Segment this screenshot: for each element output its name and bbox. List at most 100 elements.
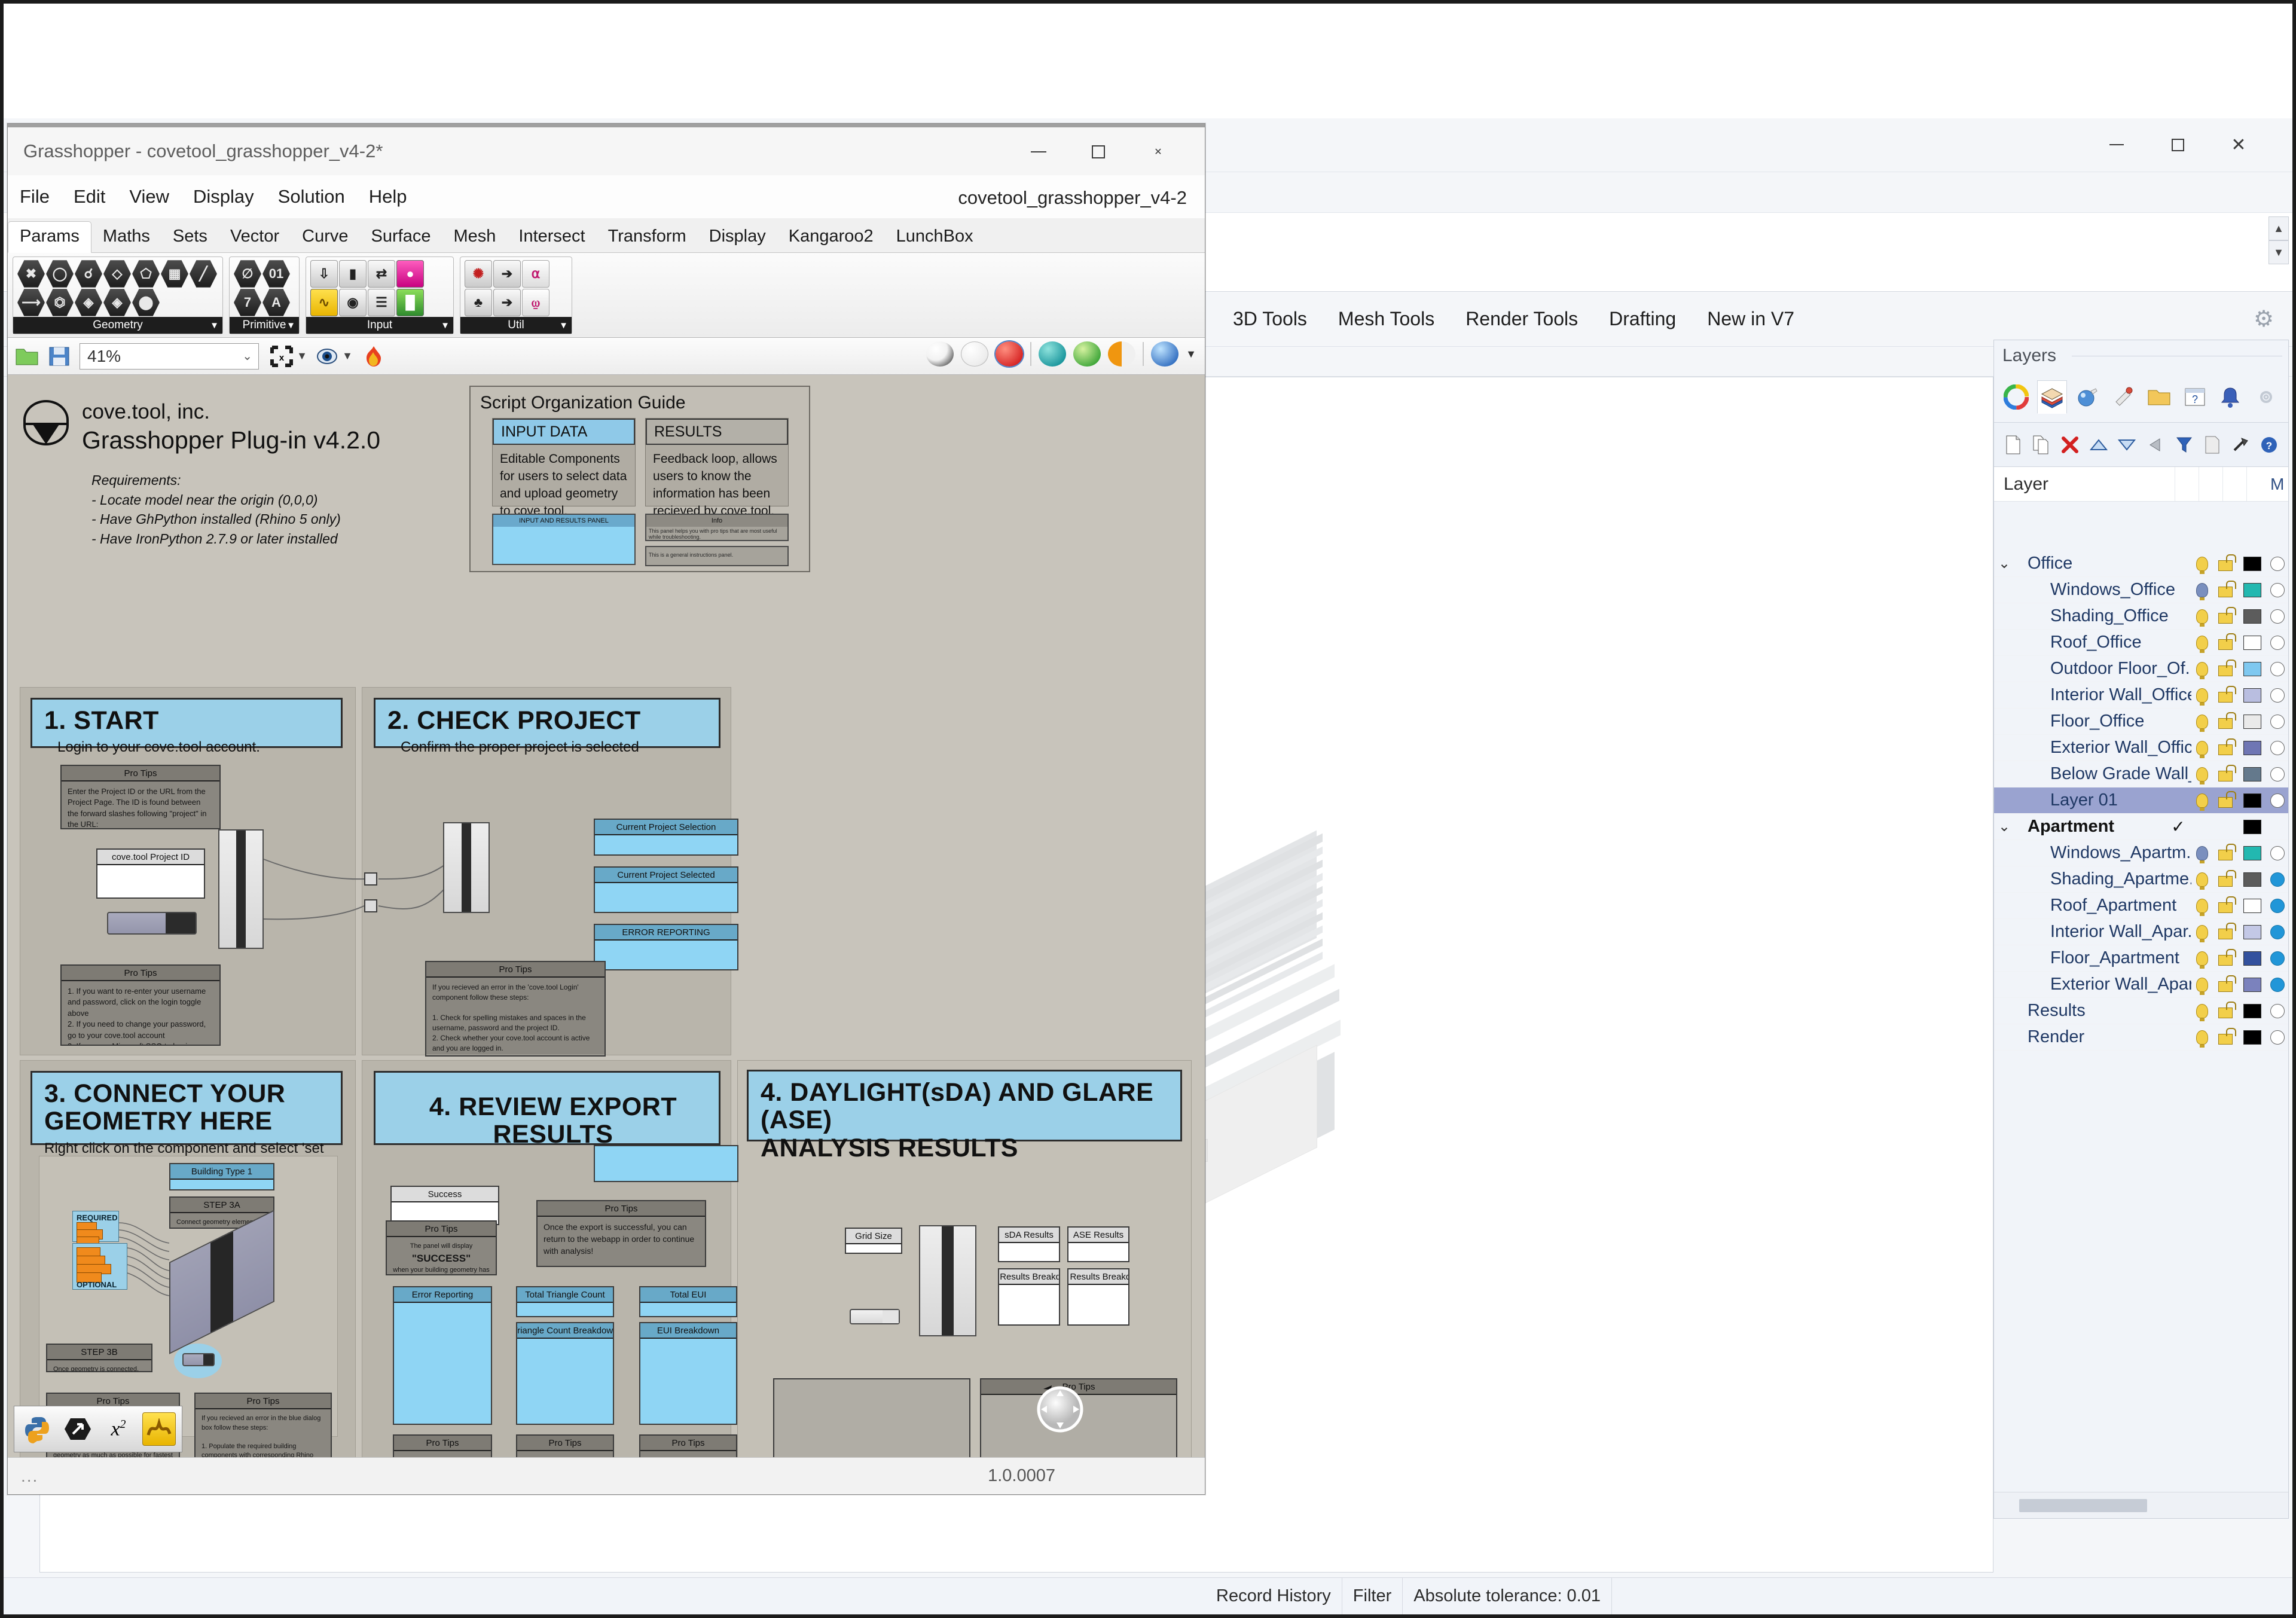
input-colour-icon[interactable]: ● bbox=[396, 260, 424, 288]
step-1-tip-bottom[interactable]: Pro Tips 1. If you want to re-enter your… bbox=[60, 964, 221, 1046]
layer-name[interactable]: Windows_Office bbox=[2014, 580, 2191, 600]
layer-color-swatch[interactable] bbox=[2238, 845, 2267, 860]
layer-lock-icon[interactable] bbox=[2213, 948, 2238, 966]
layer-material-icon[interactable] bbox=[2267, 845, 2288, 860]
ribbon-group-input[interactable]: ⇩ ▮ ⇄ ● ∿ ◉ ☰ █ Input ▼ bbox=[306, 257, 454, 334]
grasshopper-component-tabs[interactable]: Params Maths Sets Vector Curve Surface Mesh Int… bbox=[8, 218, 1205, 253]
wire-relay-dot[interactable] bbox=[364, 899, 377, 912]
layer-lock-icon[interactable] bbox=[2213, 712, 2238, 729]
solver-flame-icon[interactable] bbox=[359, 343, 386, 370]
param-transform-icon[interactable]: ◈ bbox=[103, 289, 131, 316]
layer-material-icon[interactable] bbox=[2267, 793, 2288, 808]
menu-file[interactable]: File bbox=[8, 186, 62, 207]
layer-row[interactable]: Interior Wall_Apar... bbox=[1994, 919, 2288, 945]
filter-icon[interactable] bbox=[2175, 432, 2194, 457]
toggle-knob[interactable] bbox=[882, 1310, 899, 1323]
input-graph-icon[interactable]: ∿ bbox=[310, 289, 338, 316]
layer-material-icon[interactable] bbox=[2267, 898, 2288, 913]
step-2-tip[interactable]: Pro Tips If you recieved an error in the… bbox=[425, 961, 606, 1057]
input-slider-icon[interactable]: ⇩ bbox=[310, 260, 338, 288]
status-filter[interactable]: Filter bbox=[1342, 1578, 1403, 1614]
layer-visibility-icon[interactable] bbox=[2191, 688, 2213, 706]
rhino-tab-render-tools[interactable]: Render Tools bbox=[1450, 308, 1593, 330]
step-1-tip-top[interactable]: Pro Tips Enter the Project ID or the URL… bbox=[60, 765, 221, 829]
project-id-value[interactable] bbox=[97, 865, 204, 897]
layer-row[interactable]: Shading_Office bbox=[1994, 603, 2288, 630]
param-line-icon[interactable]: ╱ bbox=[190, 260, 217, 288]
layer-color-swatch[interactable] bbox=[2238, 635, 2267, 650]
chevron-down-icon[interactable]: ⌄ bbox=[235, 349, 252, 364]
layer-name[interactable]: Layer 01 bbox=[2014, 790, 2191, 810]
chevron-down-icon[interactable]: ▼ bbox=[441, 320, 450, 331]
chevron-down-icon[interactable]: ⌄ bbox=[1994, 818, 2014, 835]
grasshopper-ribbon[interactable]: ✖ ◯ ☌ ◇ ⬠ ▦ ╱ ⟶ ⏣ ◈ ◈ ⬤ Geometry ▼ ∅ 01 … bbox=[8, 253, 1205, 338]
covetool-login-component[interactable] bbox=[218, 829, 264, 949]
layer-material-icon[interactable] bbox=[2267, 714, 2288, 729]
layer-lock-icon[interactable] bbox=[2213, 922, 2238, 939]
step-4-tip-error[interactable]: Pro Tips If there are any errors here, m… bbox=[393, 1434, 492, 1457]
settings-icon[interactable] bbox=[2251, 380, 2281, 414]
status-record-history[interactable]: Record History bbox=[1205, 1578, 1342, 1614]
layer-name[interactable]: Results bbox=[2014, 1001, 2191, 1021]
preview-eye-icon[interactable] bbox=[314, 343, 340, 370]
layer-row[interactable]: Results bbox=[1994, 998, 2288, 1024]
move-down-icon[interactable] bbox=[2118, 432, 2137, 457]
python-component-icon[interactable] bbox=[20, 1412, 54, 1446]
layer-row[interactable]: Exterior Wall_Apar... bbox=[1994, 972, 2288, 998]
display-mode-green-icon[interactable] bbox=[1073, 341, 1101, 367]
layer-row[interactable]: Floor_Office bbox=[1994, 709, 2288, 735]
layer-color-swatch[interactable] bbox=[2238, 819, 2267, 834]
menu-edit[interactable]: Edit bbox=[62, 186, 117, 207]
chevron-down-icon[interactable]: ▼ bbox=[210, 320, 219, 331]
layer-visibility-icon[interactable] bbox=[2191, 1003, 2213, 1021]
layer-name[interactable]: Exterior Wall_Apar... bbox=[2014, 975, 2191, 994]
step-1-login-toggle[interactable] bbox=[107, 912, 197, 935]
gh-tab-curve[interactable]: Curve bbox=[291, 222, 359, 252]
layer-visibility-icon[interactable] bbox=[2191, 714, 2213, 732]
duplicate-layer-icon[interactable] bbox=[2032, 432, 2051, 457]
layer-row[interactable]: Layer 01 bbox=[1994, 787, 2288, 814]
layer-name[interactable]: Outdoor Floor_Of... bbox=[2014, 659, 2191, 679]
step-1-project-id-panel[interactable]: cove.tool Project ID bbox=[96, 848, 205, 899]
rhino-minimize-button[interactable] bbox=[2092, 129, 2142, 160]
layer-visibility-icon[interactable] bbox=[2191, 924, 2213, 942]
step-3b-note[interactable]: STEP 3B Once geometry is connected, clic… bbox=[46, 1344, 152, 1372]
gh-close-button[interactable]: ✕ bbox=[1129, 137, 1187, 167]
help-icon[interactable]: ? bbox=[2180, 380, 2210, 414]
gh-tab-sets[interactable]: Sets bbox=[161, 222, 219, 252]
zoom-dropdown-icon[interactable]: ▼ bbox=[296, 343, 308, 370]
param-plane-icon[interactable]: ⏣ bbox=[46, 289, 74, 316]
display-mode-orange-icon[interactable] bbox=[1108, 341, 1136, 367]
zoom-extents-icon[interactable]: x bbox=[268, 343, 295, 370]
menu-view[interactable]: View bbox=[117, 186, 181, 207]
rhino-maximize-button[interactable] bbox=[2152, 129, 2203, 160]
layers-panel-tabs[interactable]: ? bbox=[1994, 371, 2288, 423]
grasshopper-floating-toolbar[interactable]: x2 bbox=[14, 1406, 182, 1452]
layer-color-swatch[interactable] bbox=[2238, 688, 2267, 703]
page-icon[interactable] bbox=[2203, 432, 2222, 457]
step-4-eui-breakdown-panel[interactable]: EUI Breakdown bbox=[639, 1322, 737, 1425]
util-arrow-right-2-icon[interactable]: ➔ bbox=[493, 289, 521, 316]
layer-name[interactable]: Shading_Apartme... bbox=[2014, 869, 2191, 889]
layer-color-swatch[interactable] bbox=[2238, 714, 2267, 729]
layer-name[interactable]: Roof_Office bbox=[2014, 633, 2191, 652]
layer-color-swatch[interactable] bbox=[2238, 1003, 2267, 1018]
chevron-down-icon[interactable]: ⌄ bbox=[1994, 555, 2014, 572]
step-2-output-panel-3[interactable]: ERROR REPORTING bbox=[594, 924, 738, 970]
layers-icon[interactable] bbox=[2037, 380, 2067, 414]
gh-tab-params[interactable]: Params bbox=[8, 221, 91, 253]
daylight-blank-panel[interactable] bbox=[773, 1378, 970, 1457]
layer-lock-icon[interactable] bbox=[2213, 633, 2238, 650]
layer-visibility-icon[interactable] bbox=[2191, 635, 2213, 653]
layer-name[interactable]: Below Grade Wall_... bbox=[2014, 764, 2191, 784]
gh-tab-display[interactable]: Display bbox=[698, 222, 777, 252]
grid-size-value[interactable] bbox=[846, 1244, 901, 1254]
input-list-icon[interactable]: ☰ bbox=[368, 289, 395, 316]
step-4-tip-triangles[interactable]: Pro Tips This panel provides an overview… bbox=[516, 1434, 614, 1457]
scroll-up-icon[interactable]: ▲ bbox=[2268, 216, 2289, 240]
layer-row[interactable]: Interior Wall_Office bbox=[1994, 682, 2288, 709]
param-vector-icon[interactable]: ⟶ bbox=[17, 289, 45, 316]
ribbon-group-util[interactable]: ✺ ➔ ⍺ ♣ ➔ ⍹ Util ▼ bbox=[460, 257, 572, 334]
layer-row[interactable]: Windows_Apartm... bbox=[1994, 840, 2288, 866]
layer-name[interactable]: Exterior Wall_Office bbox=[2014, 738, 2191, 758]
